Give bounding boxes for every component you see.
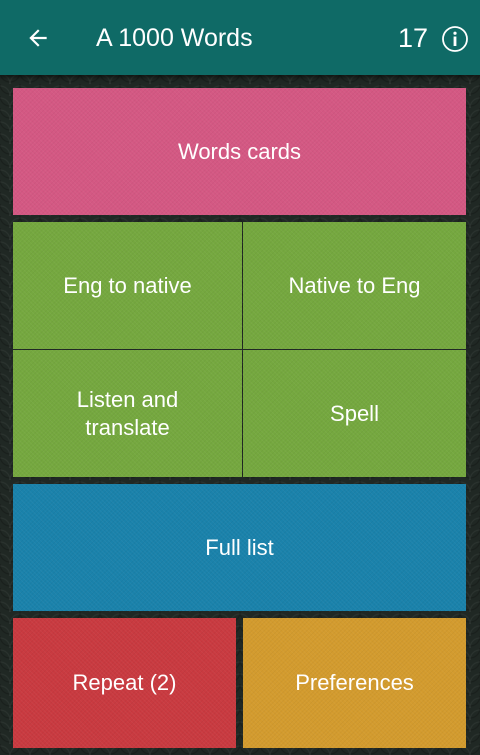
- native-to-eng-tile[interactable]: Native to Eng: [243, 222, 466, 349]
- app-title: A 1000 Words: [96, 24, 253, 52]
- eng-to-native-label: Eng to native: [63, 272, 192, 298]
- info-circle-icon: [442, 26, 468, 52]
- spell-label: Spell: [330, 400, 379, 426]
- words-cards-label: Words cards: [177, 138, 302, 164]
- listen-and-translate-label: Listen and translate: [77, 386, 179, 442]
- repeat-label: Repeat (2): [72, 670, 177, 695]
- full-list-tile[interactable]: Full list: [13, 484, 466, 611]
- arrow-left-icon: [29, 29, 47, 47]
- listen-and-translate-line2: translate: [85, 414, 170, 440]
- back-button[interactable]: [18, 18, 58, 58]
- spell-tile[interactable]: Spell: [243, 350, 466, 477]
- listen-and-translate-tile[interactable]: Listen and translate: [13, 350, 242, 477]
- listen-and-translate-line1: Listen and: [76, 386, 179, 412]
- preferences-tile[interactable]: Preferences: [243, 618, 466, 748]
- info-button[interactable]: [440, 24, 470, 54]
- repeat-tile[interactable]: Repeat (2): [13, 618, 236, 748]
- full-list-label: Full list: [205, 534, 274, 560]
- eng-to-native-tile[interactable]: Eng to native: [13, 222, 242, 349]
- app-bar: A 1000 Words 17: [0, 0, 480, 75]
- preferences-label: Preferences: [295, 670, 414, 695]
- word-count: 17: [397, 23, 428, 53]
- words-cards-tile[interactable]: Words cards: [13, 88, 466, 215]
- native-to-eng-label: Native to Eng: [288, 272, 421, 298]
